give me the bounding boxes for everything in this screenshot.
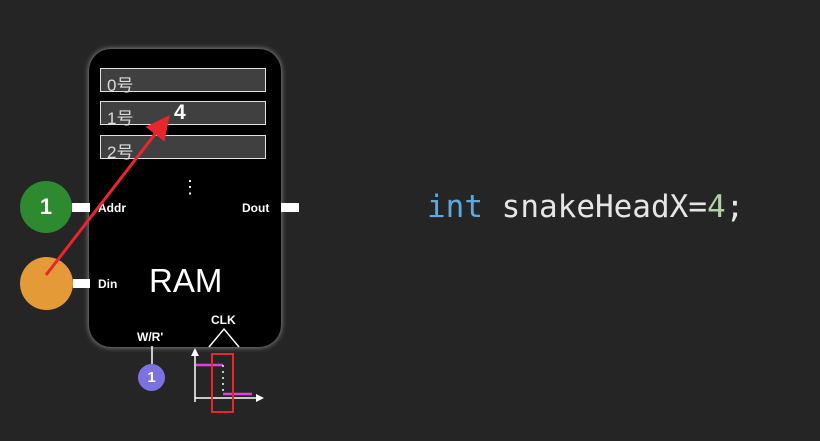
write-arrow [44,115,170,276]
timing-y-arrowhead [191,348,199,356]
code-identifier: snakeHeadX [483,189,689,225]
code-keyword: int [427,189,483,225]
code-number: 4 [706,189,726,225]
code-terminator: ; [725,189,745,225]
code-operator: = [688,189,707,225]
timing-x-arrowhead [256,394,264,402]
clock-timing-diagram [191,348,264,413]
code-line: int snakeHeadX=4; [427,189,744,225]
clk-triangle [208,327,240,348]
